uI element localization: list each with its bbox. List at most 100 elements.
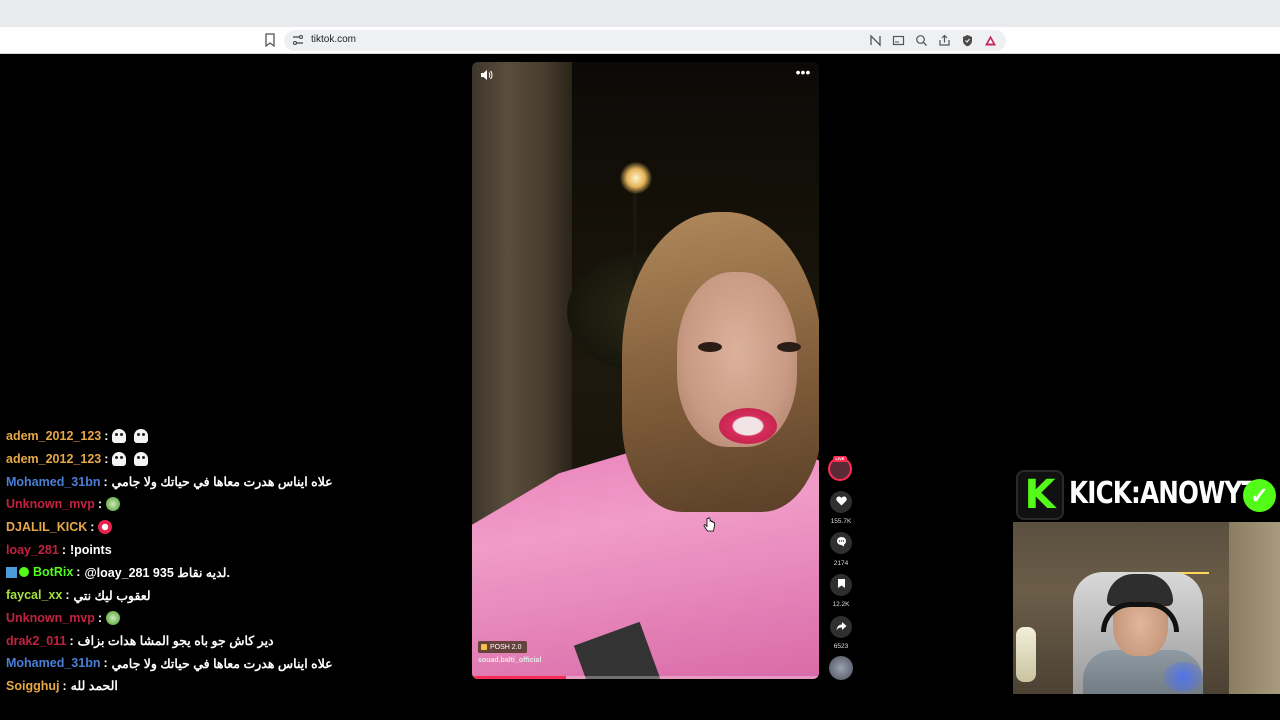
chat-separator: : xyxy=(62,678,67,693)
video-frame-lamp xyxy=(620,162,652,194)
volume-icon[interactable] xyxy=(479,68,493,82)
chat-username[interactable]: BotRix xyxy=(33,565,73,579)
chat-separator: : xyxy=(90,520,95,535)
ghost-emote-icon xyxy=(112,429,127,444)
chat-text: الحمد لله xyxy=(70,679,118,694)
verified-badge-icon xyxy=(19,567,29,578)
save-count: 12.2K xyxy=(832,601,850,608)
verified-check-icon: ✓ xyxy=(1243,479,1276,512)
chat-message: loay_281: !points xyxy=(6,538,426,561)
streamer-webcam xyxy=(1013,522,1280,694)
video-frame-lips xyxy=(719,408,777,444)
blue-light xyxy=(1163,662,1203,692)
chat-username[interactable]: adem_2012_123 xyxy=(6,452,101,466)
video-player[interactable]: ••• POSH 2.0 souad.balti_official xyxy=(472,62,819,679)
music-tag[interactable]: POSH 2.0 xyxy=(478,641,527,653)
chat-username[interactable]: adem_2012_123 xyxy=(6,429,101,443)
comment-count: 2174 xyxy=(833,560,849,567)
share-button[interactable] xyxy=(830,616,852,638)
ghost-emote-icon xyxy=(134,429,149,444)
chat-text: !points xyxy=(70,542,112,557)
site-settings-icon[interactable] xyxy=(291,33,305,47)
share-icon[interactable] xyxy=(937,33,952,48)
url-text[interactable]: tiktok.com xyxy=(311,34,356,45)
chat-separator: : xyxy=(76,565,81,580)
bookmark-icon[interactable] xyxy=(262,32,278,48)
translate-icon[interactable] xyxy=(868,33,883,48)
chat-separator: : xyxy=(97,610,103,625)
chat-message: Unknown_mvp: xyxy=(6,607,426,630)
hand-cursor-icon xyxy=(703,517,715,533)
more-options-icon[interactable]: ••• xyxy=(795,65,811,81)
video-frame-eye xyxy=(698,342,722,352)
chat-separator: : xyxy=(103,474,108,489)
chat-username[interactable]: loay_281 xyxy=(6,543,59,557)
bookmark-icon xyxy=(837,576,846,594)
chat-username[interactable]: Soigghuj xyxy=(6,679,59,693)
green-emote-icon xyxy=(106,497,121,512)
chat-separator: : xyxy=(65,588,70,603)
chat-username[interactable]: Unknown_mvp xyxy=(6,611,95,625)
chat-text: علاه ايناس هدرت معاها في حياتك ولا جامي xyxy=(111,656,333,671)
chat-separator: : xyxy=(104,429,109,444)
browser-toolbar: tiktok.com xyxy=(0,27,1280,54)
zoom-icon[interactable] xyxy=(914,33,929,48)
chat-message: Mohamed_31bn: علاه ايناس هدرت معاها في حي… xyxy=(6,652,426,675)
chat-username[interactable]: faycal_xx xyxy=(6,588,62,602)
cast-icon[interactable] xyxy=(891,33,906,48)
brave-shield-icon[interactable] xyxy=(960,33,975,48)
like-count: 155.7K xyxy=(830,518,852,525)
kick-logo: K xyxy=(1016,470,1064,520)
save-button[interactable] xyxy=(830,574,852,596)
heart-icon xyxy=(835,493,847,511)
comment-button[interactable] xyxy=(830,532,852,554)
stream-chat: adem_2012_123: adem_2012_123: Mohamed_31bn… xyxy=(6,425,426,697)
chat-separator: : xyxy=(97,497,103,512)
share-count: 6523 xyxy=(833,643,849,650)
browser-tab-strip xyxy=(0,0,1280,27)
chat-text: دير كاش جو باه يجو المشا هدات بزاف xyxy=(77,634,274,649)
music-label: POSH 2.0 xyxy=(490,643,522,651)
brave-rewards-icon[interactable] xyxy=(983,33,998,48)
chat-message: BotRix: @loay_281 935 لديه نقاط. xyxy=(6,561,426,584)
live-badge: LIVE xyxy=(833,456,847,462)
chat-message: Soigghuj: الحمد لله xyxy=(6,675,426,698)
chat-separator: : xyxy=(103,656,108,671)
chat-username[interactable]: Mohamed_31bn xyxy=(6,656,100,670)
chat-text: @loay_281 935 لديه نقاط. xyxy=(84,565,230,580)
chat-message: Unknown_mvp: xyxy=(6,493,426,516)
green-emote-icon xyxy=(106,610,121,625)
red-emote-icon xyxy=(98,520,113,535)
chat-username[interactable]: DJALIL_KICK xyxy=(6,520,87,534)
chat-username[interactable]: drak2_011 xyxy=(6,634,66,648)
share-arrow-icon xyxy=(836,618,847,636)
ghost-emote-icon xyxy=(112,452,127,467)
comment-icon xyxy=(836,534,847,552)
chat-message: Mohamed_31bn: علاه ايناس هدرت معاها في حي… xyxy=(6,470,426,493)
creator-live-avatar[interactable]: LIVE xyxy=(828,456,852,481)
music-note-icon xyxy=(481,644,487,650)
chat-text: علاه ايناس هدرت معاها في حياتك ولا جامي xyxy=(111,475,333,490)
ghost-emote-icon xyxy=(134,452,149,467)
chat-username[interactable]: Mohamed_31bn xyxy=(6,475,100,489)
sound-avatar[interactable] xyxy=(829,656,853,680)
video-frame-eye xyxy=(777,342,801,352)
kick-banner: K KICK:ANOWYT ✓ xyxy=(1013,468,1280,522)
video-progress-bar[interactable] xyxy=(472,676,819,679)
chat-message: faycal_xx: لعقوب ليك نتي xyxy=(6,584,426,607)
chat-separator: : xyxy=(104,452,109,467)
chat-username[interactable]: Unknown_mvp xyxy=(6,497,95,511)
video-progress-fill xyxy=(472,676,566,679)
chat-text: لعقوب ليك نتي xyxy=(73,588,151,603)
chat-message: adem_2012_123: xyxy=(6,448,426,471)
like-button[interactable] xyxy=(830,491,852,513)
kick-channel-text: KICK:ANOWYT xyxy=(1069,476,1258,511)
neon-heartbeat-sign xyxy=(1121,540,1209,574)
video-author[interactable]: souad.balti_official xyxy=(478,657,541,664)
address-bar[interactable]: tiktok.com xyxy=(284,30,1006,51)
chat-message: drak2_011: دير كاش جو باه يجو المشا هدات … xyxy=(6,629,426,652)
chat-message: DJALIL_KICK: xyxy=(6,516,426,539)
bot-badge-icon xyxy=(6,566,17,578)
webcam-lamp xyxy=(1016,627,1036,682)
chat-separator: : xyxy=(61,542,66,557)
